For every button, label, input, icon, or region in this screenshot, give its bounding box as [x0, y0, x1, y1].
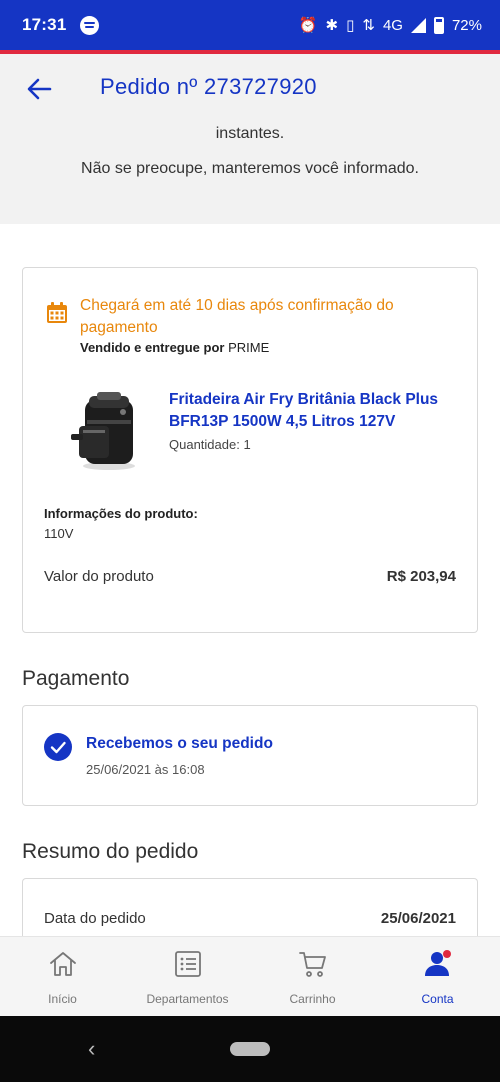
system-navigation-bar: ‹	[0, 1016, 500, 1082]
cart-icon	[298, 952, 326, 977]
bottom-navigation: Início Departamentos Carrinho Conta	[0, 936, 500, 1016]
spotify-icon	[80, 15, 100, 35]
payment-card: Recebemos o seu pedido 25/06/2021 às 16:…	[22, 705, 478, 806]
product-name-link[interactable]: Fritadeira Air Fry Britânia Black Plus B…	[169, 389, 469, 433]
back-button[interactable]	[24, 74, 54, 104]
signal-icon	[410, 17, 426, 33]
battery-level: 72%	[451, 16, 482, 34]
status-message-line2: Não se preocupe, manteremos você informa…	[81, 160, 419, 177]
payment-date: 25/06/2021 às 16:08	[86, 762, 205, 777]
vibrate-icon: ▯	[346, 17, 355, 34]
order-date-value: 25/06/2021	[380, 910, 456, 927]
calendar-icon	[47, 302, 67, 323]
arrow-left-icon	[27, 78, 52, 100]
battery-icon	[433, 16, 444, 34]
status-message-line1: instantes.	[215, 125, 285, 142]
seller-info: Vendido e entregue por PRIME	[80, 340, 269, 355]
product-image[interactable]	[67, 386, 147, 472]
order-item-card: Chegará em até 10 dias após confirmação …	[22, 267, 478, 633]
payment-section-title: Pagamento	[22, 667, 130, 690]
seller-name: PRIME	[228, 340, 270, 355]
nav-label-inicio: Início	[48, 992, 77, 1006]
nav-item-inicio[interactable]: Início	[0, 937, 125, 1016]
product-quantity: Quantidade: 1	[169, 437, 251, 452]
seller-prefix: Vendido e entregue por	[80, 340, 225, 355]
network-type: 4G	[382, 16, 403, 34]
nav-label-carrinho: Carrinho	[289, 992, 336, 1006]
status-bar: 17:31 ⏰ ✱ ▯ ⇅ 4G 72%	[0, 0, 500, 54]
system-back-icon[interactable]: ‹	[88, 1036, 95, 1062]
nav-label-departamentos: Departamentos	[146, 992, 229, 1006]
summary-section-title: Resumo do pedido	[22, 840, 199, 863]
payment-status: Recebemos o seu pedido	[86, 735, 273, 752]
system-home-pill[interactable]	[230, 1042, 270, 1056]
product-info-label: Informações do produto:	[44, 506, 198, 521]
page-title: Pedido nº 273727920	[100, 74, 317, 99]
status-icons: ⏰ ✱ ▯ ⇅ 4G 72%	[299, 16, 482, 34]
account-icon	[424, 950, 451, 976]
home-icon	[49, 952, 76, 976]
nav-item-departamentos[interactable]: Departamentos	[125, 937, 250, 1016]
status-time: 17:31	[22, 15, 67, 34]
check-circle-icon	[44, 733, 72, 761]
product-price-value: R$ 203,94	[386, 568, 456, 585]
list-icon	[174, 951, 201, 977]
product-info-value: 110V	[44, 526, 74, 541]
nav-label-conta: Conta	[421, 992, 454, 1006]
delivery-estimate: Chegará em até 10 dias após confirmação …	[80, 297, 394, 336]
order-date-label: Data do pedido	[44, 910, 146, 927]
nav-item-conta[interactable]: Conta	[375, 937, 500, 1016]
bluetooth-icon: ✱	[325, 17, 339, 34]
data-arrows-icon: ⇅	[362, 17, 375, 34]
nav-item-carrinho[interactable]: Carrinho	[250, 937, 375, 1016]
alarm-icon: ⏰	[298, 17, 318, 34]
product-price-label: Valor do produto	[44, 568, 154, 585]
